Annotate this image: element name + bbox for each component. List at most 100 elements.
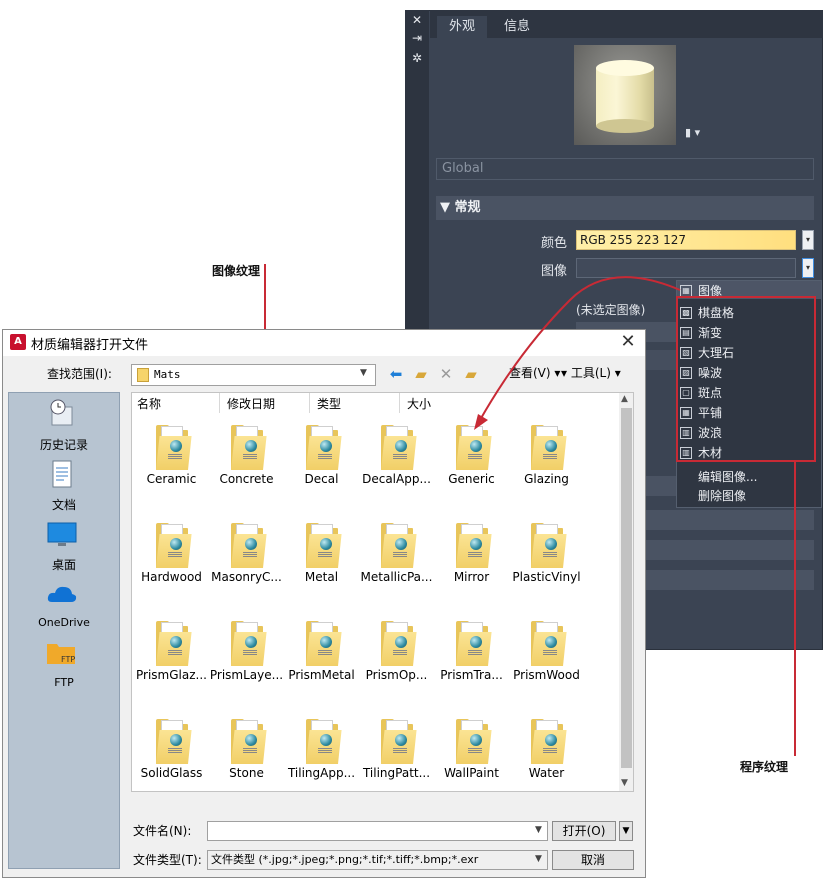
annotation-leader-line <box>794 460 796 756</box>
folder-name: Mirror <box>453 570 490 584</box>
folder-item[interactable]: Ceramic <box>134 422 209 510</box>
svg-text:FTP: FTP <box>61 655 75 664</box>
folder-lines <box>543 454 557 455</box>
tab-appearance[interactable]: 外观 <box>437 16 487 38</box>
folder-item[interactable]: PrismLaye... <box>209 618 284 706</box>
folder-item[interactable]: WallPaint <box>434 716 509 804</box>
column-separator[interactable] <box>219 393 220 413</box>
folder-lines <box>543 552 557 553</box>
material-sphere-icon <box>545 440 557 452</box>
chevron-down-icon: ▾ <box>694 126 701 139</box>
folder-item[interactable]: Hardwood <box>134 520 209 608</box>
preview-shape-dropdown[interactable]: ▮ ▾ <box>685 126 713 140</box>
material-sphere-icon <box>245 538 257 550</box>
folder-item[interactable]: Mirror <box>434 520 509 608</box>
folder-item[interactable]: Water <box>509 716 584 804</box>
folder-item[interactable]: TilingPatt... <box>359 716 434 804</box>
menu-item-delete-image[interactable]: 删除图像 <box>680 487 818 505</box>
chevron-down-icon[interactable]: ▼ <box>360 368 367 378</box>
open-button[interactable]: 打开(O) <box>552 821 616 841</box>
folder-item[interactable]: Metal <box>284 520 359 608</box>
place-ftp[interactable]: FTP <box>8 676 120 689</box>
material-sphere-icon <box>245 734 257 746</box>
color-field[interactable]: RGB 255 223 127 <box>576 230 796 250</box>
folder-item[interactable]: PrismTra... <box>434 618 509 706</box>
pin-icon[interactable]: ⇥ <box>405 30 429 46</box>
folder-name: TilingApp... <box>287 766 356 780</box>
folder-name: Concrete <box>219 472 274 486</box>
column-type[interactable]: 类型 <box>317 395 341 412</box>
scrollbar-thumb[interactable] <box>621 408 632 768</box>
place-onedrive[interactable]: OneDrive <box>8 616 120 629</box>
open-options-dropdown[interactable]: ▼ <box>619 821 633 841</box>
back-arrow-icon[interactable]: ⬅ <box>385 364 407 384</box>
folder-item[interactable]: DecalApp... <box>359 422 434 510</box>
chevron-down-icon[interactable]: ▼ <box>535 825 542 835</box>
folder-name: MasonryC... <box>211 570 282 584</box>
material-sphere-icon <box>170 440 182 452</box>
column-separator[interactable] <box>309 393 310 413</box>
folder-item[interactable]: Decal <box>284 422 359 510</box>
column-name[interactable]: 名称 <box>137 395 161 412</box>
up-folder-icon[interactable]: ▰ <box>410 364 432 384</box>
material-name-field[interactable]: Global <box>436 158 814 180</box>
file-name-input[interactable] <box>207 821 548 841</box>
material-sphere-icon <box>395 636 407 648</box>
folder-lines <box>393 454 407 455</box>
image-dropdown-button[interactable]: ▾ <box>802 258 814 278</box>
settings-icon[interactable]: ✲ <box>405 50 429 66</box>
material-sphere-icon <box>245 636 257 648</box>
folder-item[interactable]: Stone <box>209 716 284 804</box>
folder-item[interactable]: SolidGlass <box>134 716 209 804</box>
material-sphere-icon <box>470 734 482 746</box>
file-type-select[interactable]: 文件类型 (*.jpg;*.jpeg;*.png;*.tif;*.tiff;*.… <box>207 850 548 870</box>
chevron-down-icon[interactable]: ▼ <box>535 854 542 864</box>
place-documents[interactable]: 文档 <box>8 496 120 513</box>
column-size[interactable]: 大小 <box>407 395 431 412</box>
folder-name: MetallicPa... <box>360 570 433 584</box>
delete-icon[interactable]: ✕ <box>435 364 457 384</box>
folder-item[interactable]: TilingApp... <box>284 716 359 804</box>
folder-lines <box>468 650 482 651</box>
tab-info[interactable]: 信息 <box>494 16 540 38</box>
folder-item[interactable]: PrismOp... <box>359 618 434 706</box>
scroll-down-arrow-icon[interactable]: ▼ <box>621 778 628 788</box>
close-icon[interactable]: ✕ <box>405 12 429 28</box>
file-type-label: 文件类型(T): <box>133 853 202 867</box>
column-separator[interactable] <box>399 393 400 413</box>
folder-item[interactable]: PrismWood <box>509 618 584 706</box>
history-icon[interactable] <box>46 398 78 428</box>
material-sphere-icon <box>320 440 332 452</box>
desktop-icon[interactable] <box>46 520 78 550</box>
place-desktop[interactable]: 桌面 <box>8 556 120 573</box>
folder-item[interactable]: Concrete <box>209 422 284 510</box>
folder-name: DecalApp... <box>362 472 431 486</box>
onedrive-cloud-icon[interactable] <box>46 580 78 610</box>
annotation-curved-arrow <box>474 276 681 430</box>
material-sphere-icon <box>470 440 482 452</box>
folder-lines <box>243 454 257 455</box>
folder-name: TilingPatt... <box>362 766 431 780</box>
folder-name: PrismLaye... <box>209 668 284 682</box>
folder-item[interactable]: PrismGlaz... <box>134 618 209 706</box>
folder-item[interactable]: PlasticVinyl <box>509 520 584 608</box>
ftp-folder-icon[interactable]: FTP <box>46 638 78 668</box>
folder-item[interactable]: PrismMetal <box>284 618 359 706</box>
procedural-texture-highlight-box <box>676 296 816 462</box>
folder-lines <box>318 748 332 749</box>
cancel-button[interactable]: 取消 <box>552 850 634 870</box>
place-history[interactable]: 历史记录 <box>8 436 120 453</box>
document-icon[interactable] <box>46 460 78 490</box>
folder-item[interactable]: MetallicPa... <box>359 520 434 608</box>
folder-lines <box>168 748 182 749</box>
folder-item[interactable]: MasonryC... <box>209 520 284 608</box>
column-date-modified[interactable]: 修改日期 <box>227 395 275 412</box>
material-sphere-icon <box>395 538 407 550</box>
autocad-logo-icon: A <box>10 334 26 350</box>
section-general-label: 常规 <box>454 200 481 215</box>
color-dropdown-button[interactable]: ▾ <box>802 230 814 250</box>
section-general-header[interactable]: ▼ 常规 <box>436 196 814 220</box>
material-sphere-icon <box>320 538 332 550</box>
menu-item-edit-image[interactable]: 编辑图像... <box>680 468 818 486</box>
folder-name: Decal <box>304 472 339 486</box>
